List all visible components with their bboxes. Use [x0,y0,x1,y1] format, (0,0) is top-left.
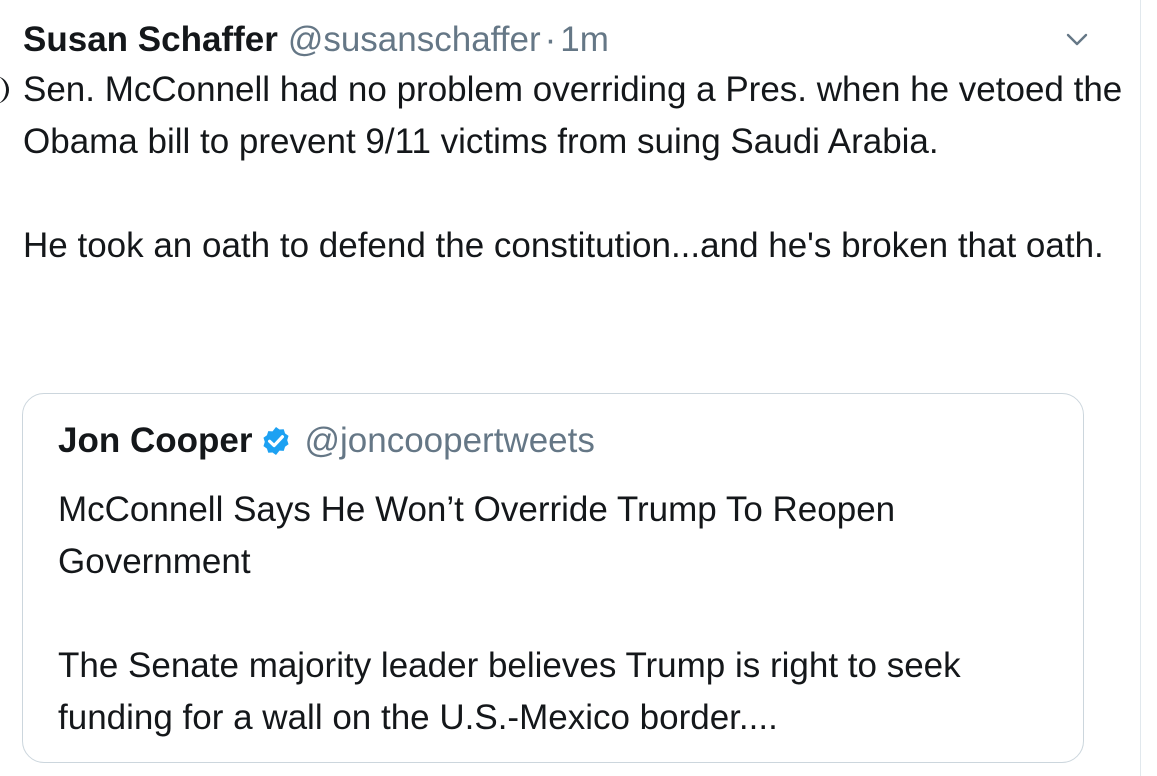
separator-dot: · [544,20,557,59]
quoted-tweet-text: McConnell Says He Won’t Override Trump T… [58,484,1058,744]
timestamp[interactable]: 1m [560,18,609,62]
tweet-header: Susan Schaffer @susanschaffer · 1m [23,18,609,62]
chevron-down-icon[interactable] [1064,30,1090,50]
quoted-tweet-header: Jon Cooper @joncoopertweets [58,418,595,464]
quoted-author-name: Jon Cooper [58,421,253,460]
timeline-divider [1140,0,1141,776]
author-name[interactable]: Susan Schaffer [23,18,278,62]
tweet-paragraph: Sen. McConnell had no problem overriding… [23,70,1123,161]
avatar-edge [0,76,9,104]
quoted-author-handle: @joncoopertweets [304,421,595,460]
quoted-tweet-card[interactable]: Jon Cooper @joncoopertweets McConnell Sa… [22,393,1084,763]
author-handle[interactable]: @susanschaffer [288,18,541,62]
tweet-screenshot: Susan Schaffer @susanschaffer · 1m Sen. … [0,0,1157,776]
verified-badge-icon [263,427,289,455]
quoted-tweet-paragraph: McConnell Says He Won’t Override Trump T… [58,490,896,581]
quoted-tweet-paragraph: The Senate majority leader believes Trum… [58,646,961,737]
tweet-paragraph: He took an oath to defend the constituti… [23,226,1104,265]
tweet-text: Sen. McConnell had no problem overriding… [23,64,1123,272]
